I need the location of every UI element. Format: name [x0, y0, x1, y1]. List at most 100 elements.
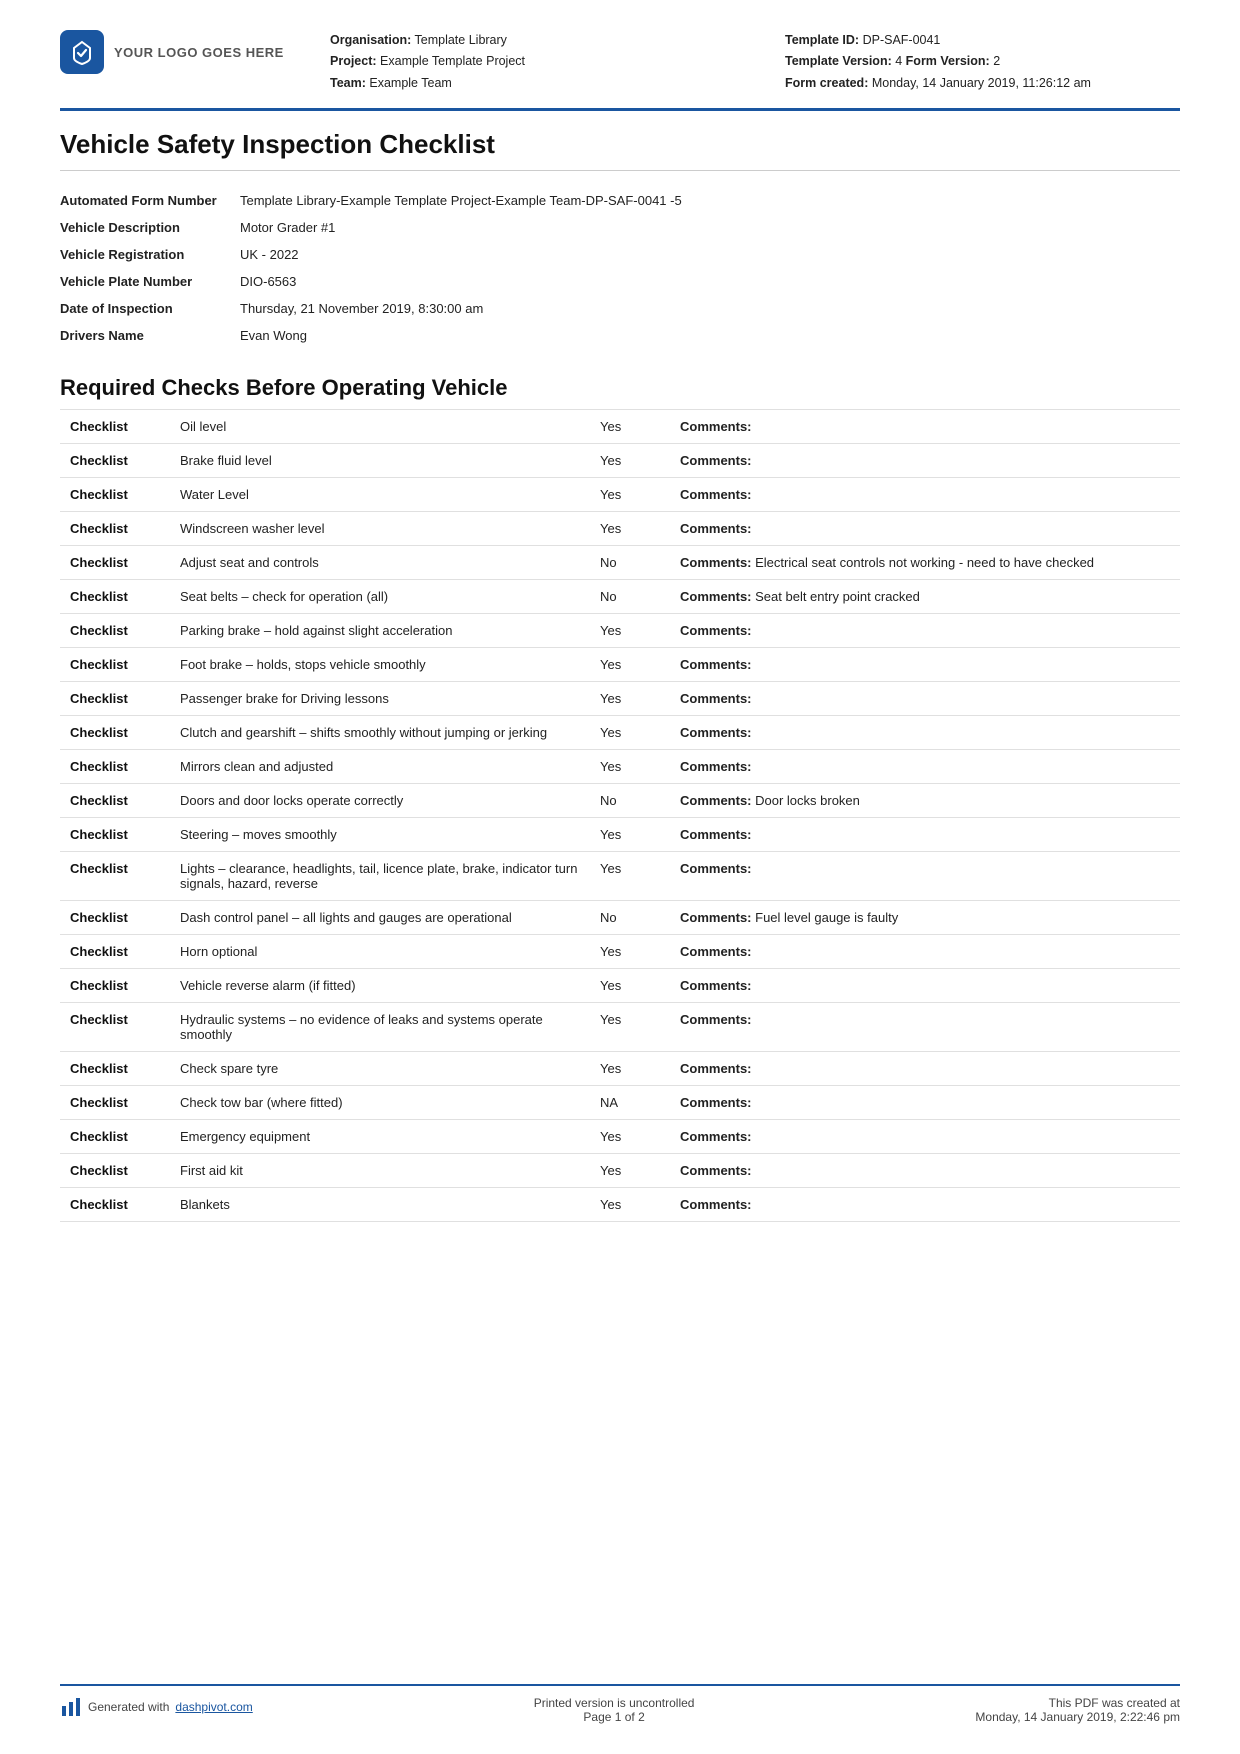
checklist-item: Emergency equipment: [170, 1119, 590, 1153]
checklist-item: Doors and door locks operate correctly: [170, 783, 590, 817]
checklist-label: Checklist: [60, 1119, 170, 1153]
checklist-row: Checklist First aid kit Yes Comments:: [60, 1153, 1180, 1187]
checklist-item: Water Level: [170, 477, 590, 511]
checklist-comment: Comments:: [670, 715, 1180, 749]
checklist-row: Checklist Adjust seat and controls No Co…: [60, 545, 1180, 579]
info-label: Drivers Name: [60, 322, 240, 349]
page: YOUR LOGO GOES HERE Organisation: Templa…: [0, 0, 1240, 1754]
checklist-label: Checklist: [60, 647, 170, 681]
info-row: Vehicle Registration UK - 2022: [60, 241, 1180, 268]
checklist-row: Checklist Brake fluid level Yes Comments…: [60, 443, 1180, 477]
footer: Generated with dashpivot.com Printed ver…: [60, 1684, 1180, 1724]
checklist-item: Check tow bar (where fitted): [170, 1085, 590, 1119]
checklist-label: Checklist: [60, 477, 170, 511]
checklist-item: Dash control panel – all lights and gaug…: [170, 900, 590, 934]
checklist-item: Horn optional: [170, 934, 590, 968]
checklist-row: Checklist Passenger brake for Driving le…: [60, 681, 1180, 715]
info-label: Automated Form Number: [60, 187, 240, 214]
checklist-label: Checklist: [60, 681, 170, 715]
template-id-label: Template ID:: [785, 33, 859, 47]
checklist-item: Steering – moves smoothly: [170, 817, 590, 851]
form-created-label: Form created:: [785, 76, 868, 90]
team-label: Team:: [330, 76, 366, 90]
checklist-comment: Comments:: [670, 817, 1180, 851]
checklist-item: Foot brake – holds, stops vehicle smooth…: [170, 647, 590, 681]
checklist-label: Checklist: [60, 409, 170, 443]
logo-area: YOUR LOGO GOES HERE: [60, 30, 290, 74]
footer-right-line1: This PDF was created at: [975, 1696, 1180, 1710]
checklist-comment: Comments:: [670, 1153, 1180, 1187]
info-value: DIO-6563: [240, 268, 1180, 295]
checklist-label: Checklist: [60, 1085, 170, 1119]
checklist-comment: Comments: Electrical seat controls not w…: [670, 545, 1180, 579]
checklist-label: Checklist: [60, 1002, 170, 1051]
info-value: Motor Grader #1: [240, 214, 1180, 241]
form-title: Vehicle Safety Inspection Checklist: [60, 129, 1180, 171]
checklist-item: Windscreen washer level: [170, 511, 590, 545]
info-label: Date of Inspection: [60, 295, 240, 322]
checklist-comment: Comments:: [670, 681, 1180, 715]
template-id-value: DP-SAF-0041: [863, 33, 941, 47]
form-created-value: Monday, 14 January 2019, 11:26:12 am: [872, 76, 1091, 90]
checklist-row: Checklist Check tow bar (where fitted) N…: [60, 1085, 1180, 1119]
info-value: UK - 2022: [240, 241, 1180, 268]
footer-generated-text: Generated with: [88, 1700, 169, 1714]
checklist-comment: Comments:: [670, 1002, 1180, 1051]
template-version-value: 4: [895, 54, 902, 68]
info-row: Drivers Name Evan Wong: [60, 322, 1180, 349]
checklist-comment: Comments:: [670, 1051, 1180, 1085]
checklist-label: Checklist: [60, 851, 170, 900]
checklist-value: Yes: [590, 715, 670, 749]
info-label: Vehicle Registration: [60, 241, 240, 268]
checklist-value: Yes: [590, 477, 670, 511]
checklist-row: Checklist Hydraulic systems – no evidenc…: [60, 1002, 1180, 1051]
checklist-row: Checklist Horn optional Yes Comments:: [60, 934, 1180, 968]
checklist-comment: Comments:: [670, 1085, 1180, 1119]
checklist-value: Yes: [590, 613, 670, 647]
checklist-comment: Comments:: [670, 409, 1180, 443]
checklist-row: Checklist Oil level Yes Comments:: [60, 409, 1180, 443]
project-value: Example Template Project: [380, 54, 525, 68]
org-value: Template Library: [415, 33, 507, 47]
info-value: Thursday, 21 November 2019, 8:30:00 am: [240, 295, 1180, 322]
checklist-label: Checklist: [60, 613, 170, 647]
checklist-value: No: [590, 545, 670, 579]
checklist-comment: Comments:: [670, 1187, 1180, 1221]
checklist-item: Lights – clearance, headlights, tail, li…: [170, 851, 590, 900]
info-value: Template Library-Example Template Projec…: [240, 187, 1180, 214]
checklist-label: Checklist: [60, 900, 170, 934]
info-row: Vehicle Description Motor Grader #1: [60, 214, 1180, 241]
footer-dashpivot-link[interactable]: dashpivot.com: [175, 1700, 252, 1714]
checklist-item: First aid kit: [170, 1153, 590, 1187]
checklist-label: Checklist: [60, 749, 170, 783]
checklist-item: Brake fluid level: [170, 443, 590, 477]
checklist-value: No: [590, 579, 670, 613]
checklist-value: Yes: [590, 934, 670, 968]
checklist-row: Checklist Blankets Yes Comments:: [60, 1187, 1180, 1221]
checklist-value: Yes: [590, 647, 670, 681]
checklist-label: Checklist: [60, 783, 170, 817]
checklist-item: Passenger brake for Driving lessons: [170, 681, 590, 715]
checklist-value: Yes: [590, 851, 670, 900]
checklist-row: Checklist Mirrors clean and adjusted Yes…: [60, 749, 1180, 783]
team-value: Example Team: [369, 76, 451, 90]
checklist-row: Checklist Foot brake – holds, stops vehi…: [60, 647, 1180, 681]
org-label: Organisation:: [330, 33, 411, 47]
footer-left: Generated with dashpivot.com: [60, 1696, 253, 1718]
checklist-value: No: [590, 783, 670, 817]
footer-logo-icon: [60, 1696, 82, 1718]
logo-text: YOUR LOGO GOES HERE: [114, 45, 284, 60]
checklist-comment: Comments: Door locks broken: [670, 783, 1180, 817]
checklist-item: Parking brake – hold against slight acce…: [170, 613, 590, 647]
header: YOUR LOGO GOES HERE Organisation: Templa…: [60, 30, 1180, 111]
checklist-value: Yes: [590, 681, 670, 715]
checklist-row: Checklist Dash control panel – all light…: [60, 900, 1180, 934]
checklist-label: Checklist: [60, 968, 170, 1002]
checklist-label: Checklist: [60, 443, 170, 477]
checklist-comment: Comments:: [670, 647, 1180, 681]
checklist-value: NA: [590, 1085, 670, 1119]
checklist-comment: Comments:: [670, 613, 1180, 647]
info-label: Vehicle Description: [60, 214, 240, 241]
checklist-comment: Comments:: [670, 934, 1180, 968]
info-table: Automated Form Number Template Library-E…: [60, 187, 1180, 349]
